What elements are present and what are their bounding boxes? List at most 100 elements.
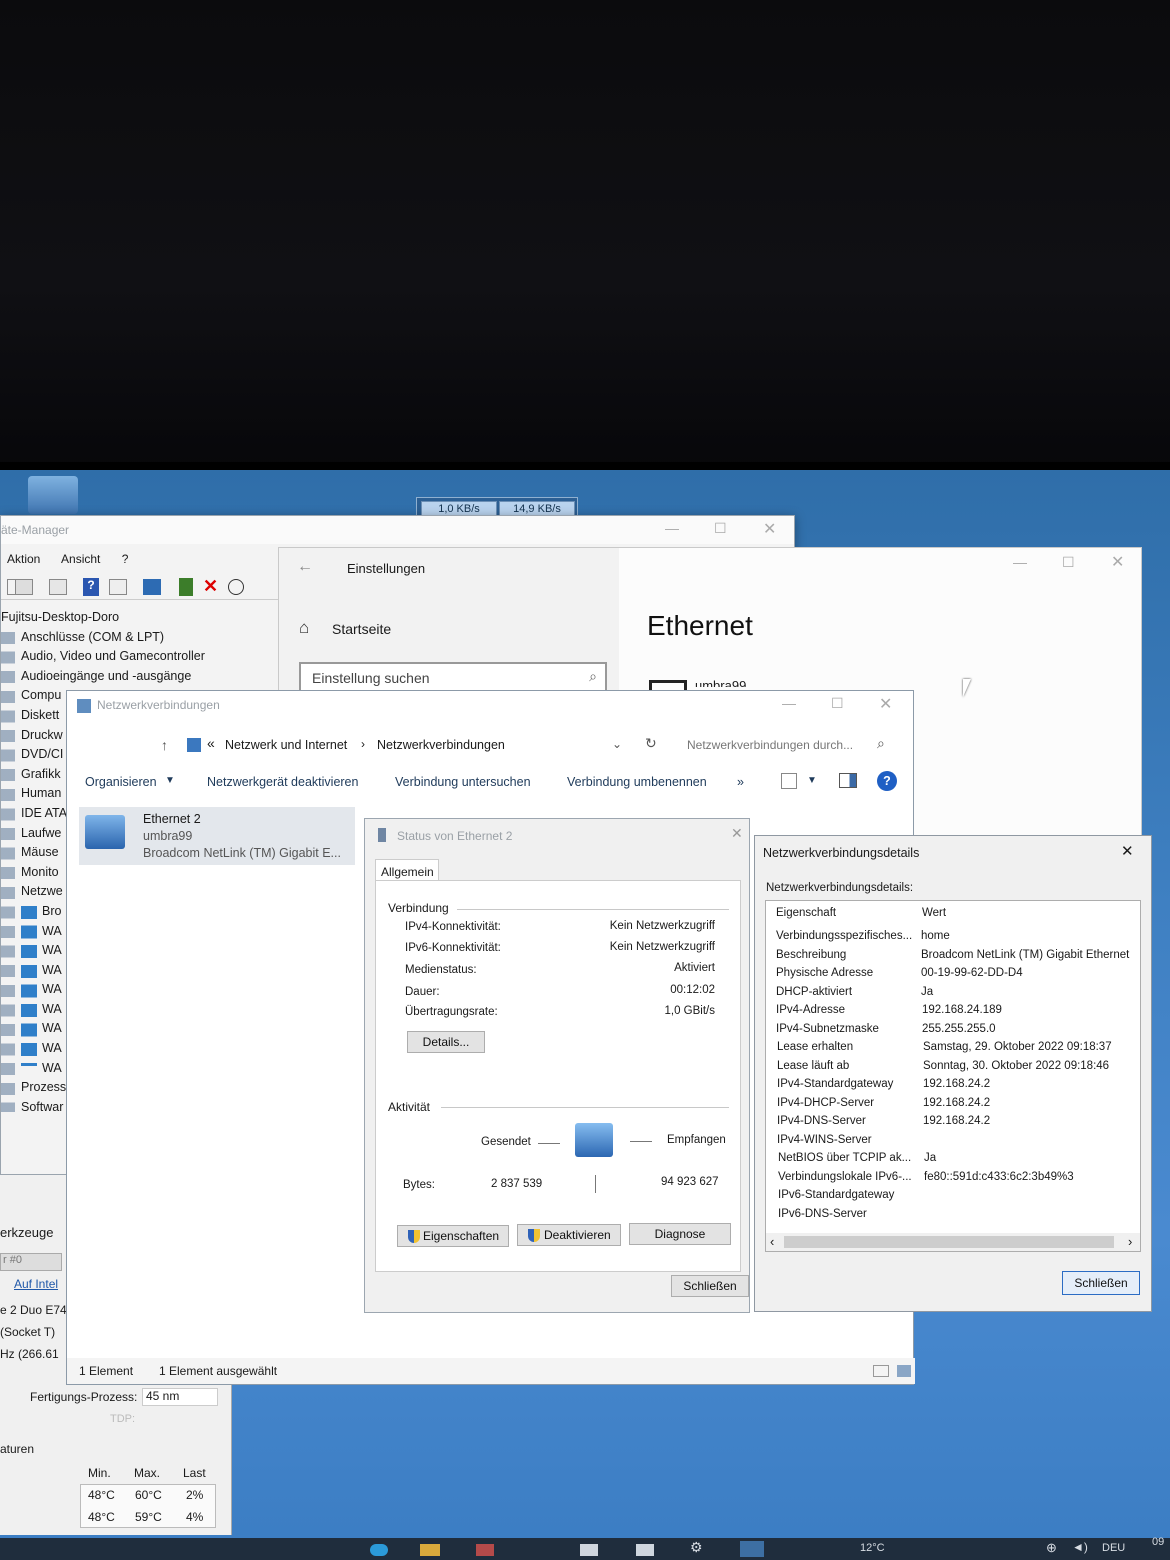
list-item[interactable]: Physische Adresse 00-19-99-62-DD-D4: [766, 967, 1140, 985]
list-item[interactable]: DHCP-aktiviert Ja: [766, 986, 1140, 1004]
menu-ansicht[interactable]: Ansicht: [61, 552, 100, 566]
disable-button[interactable]: Deaktivieren: [517, 1224, 621, 1246]
taskbar-active-app-icon[interactable]: [740, 1541, 764, 1557]
network-name[interactable]: umbra99: [695, 678, 746, 687]
breadcrumb-network-connections[interactable]: Netzwerkverbindungen: [377, 738, 505, 752]
diagnose-connection-button[interactable]: Verbindung untersuchen: [395, 775, 531, 789]
tree-root[interactable]: Fujitsu-Desktop-Doro: [1, 608, 281, 628]
view-icon[interactable]: [109, 579, 127, 595]
organize-button[interactable]: Organisieren: [85, 775, 157, 789]
taskbar-gear-icon[interactable]: ⚙: [690, 1539, 703, 1556]
close-button[interactable]: ✕: [1111, 552, 1124, 572]
organize-chevron-icon[interactable]: ▼: [165, 775, 175, 786]
help-icon[interactable]: ?: [83, 578, 99, 596]
view-options-icon[interactable]: [781, 773, 797, 789]
adapter-ethernet-2[interactable]: Ethernet 2 umbra99 Broadcom NetLink (TM)…: [79, 807, 355, 865]
list-item[interactable]: IPv4-Adresse 192.168.24.189: [766, 1004, 1140, 1022]
list-item[interactable]: IPv6-Standardgateway: [766, 1189, 1140, 1207]
list-item[interactable]: IPv4-DHCP-Server 192.168.24.2: [766, 1097, 1140, 1115]
history-dropdown-icon[interactable]: ⌄: [612, 737, 622, 751]
header-value[interactable]: Wert: [922, 907, 946, 919]
tree-item[interactable]: Audio, Video und Gamecontroller: [1, 647, 281, 667]
disable-device-button[interactable]: Netzwerkgerät deaktivieren: [207, 775, 358, 789]
list-item[interactable]: IPv4-Subnetzmaske 255.255.255.0: [766, 1023, 1140, 1041]
update-driver-icon[interactable]: [179, 578, 193, 596]
taskbar-app-icon[interactable]: [476, 1544, 494, 1556]
up-arrow-icon[interactable]: ↑: [161, 737, 168, 753]
download-icon[interactable]: [228, 579, 244, 595]
home-icon[interactable]: ⌂: [299, 618, 309, 638]
search-icon[interactable]: ⌕: [877, 735, 885, 752]
maximize-button[interactable]: ☐: [714, 520, 727, 537]
tree-item[interactable]: Anschlüsse (COM & LPT): [1, 628, 281, 648]
taskbar-app-icon[interactable]: [370, 1544, 388, 1556]
breadcrumb-chevron-icon[interactable]: «: [207, 735, 215, 751]
details-button[interactable]: Details...: [407, 1031, 485, 1053]
processor-select[interactable]: r #0: [0, 1253, 62, 1271]
list-item[interactable]: Beschreibung Broadcom NetLink (TM) Gigabi…: [766, 949, 1140, 967]
back-arrow-icon[interactable]: ←: [297, 558, 313, 576]
list-item[interactable]: Lease erhalten Samstag, 29. Oktober 2022 …: [766, 1041, 1140, 1059]
view-chevron-icon[interactable]: ▼: [807, 775, 817, 786]
close-button[interactable]: ✕: [1121, 842, 1134, 860]
list-item[interactable]: NetBIOS über TCPIP ak... Ja: [766, 1152, 1140, 1170]
monitor-icon[interactable]: [143, 579, 161, 595]
scroll-right-icon[interactable]: ›: [1128, 1234, 1132, 1249]
home-link[interactable]: Startseite: [332, 621, 391, 637]
list-item[interactable]: IPv4-Standardgateway 192.168.24.2: [766, 1078, 1140, 1096]
network-tray-icon[interactable]: ⊕: [1046, 1540, 1057, 1556]
properties-button[interactable]: Eigenschaften: [397, 1225, 509, 1247]
intel-link[interactable]: Auf Intel: [14, 1277, 58, 1291]
temp-cell: 59°C: [135, 1510, 162, 1524]
list-item[interactable]: IPv6-DNS-Server: [766, 1208, 1140, 1226]
list-item[interactable]: Verbindungslokale IPv6-... fe80::591d:c43…: [766, 1171, 1140, 1189]
breadcrumb-network-internet[interactable]: Netzwerk und Internet: [225, 738, 347, 752]
list-item[interactable]: IPv4-DNS-Server 192.168.24.2: [766, 1115, 1140, 1133]
close-button[interactable]: ✕: [731, 825, 743, 842]
list-item[interactable]: Verbindungsspezifisches... home: [766, 930, 1140, 948]
help-icon[interactable]: ?: [877, 771, 897, 791]
details-view-icon[interactable]: [873, 1365, 889, 1377]
minimize-button[interactable]: —: [1013, 554, 1027, 570]
rename-connection-button[interactable]: Verbindung umbenennen: [567, 775, 707, 789]
close-button[interactable]: ✕: [763, 519, 776, 539]
details-list[interactable]: Eigenschaft Wert Verbindungsspezifisches…: [765, 900, 1141, 1252]
search-icon[interactable]: ⌕: [589, 668, 597, 685]
list-icon[interactable]: [49, 579, 67, 595]
minimize-button[interactable]: —: [665, 520, 679, 536]
search-input[interactable]: Netzwerkverbindungen durch...: [687, 738, 853, 752]
more-commands-icon[interactable]: »: [737, 775, 744, 789]
header-property[interactable]: Eigenschaft: [776, 907, 836, 919]
close-dialog-button[interactable]: Schließen: [1062, 1271, 1140, 1295]
maximize-button[interactable]: ☐: [1062, 554, 1075, 571]
properties-icon[interactable]: [15, 579, 33, 595]
minimize-button[interactable]: —: [782, 695, 796, 711]
scroll-left-icon[interactable]: ‹: [770, 1234, 774, 1249]
menu-help[interactable]: ?: [122, 552, 129, 566]
horizontal-scrollbar[interactable]: ‹ ›: [766, 1233, 1140, 1251]
property: NetBIOS über TCPIP ak...: [778, 1152, 912, 1164]
refresh-icon[interactable]: ↻: [645, 735, 657, 752]
tree-item[interactable]: Audioeingänge und -ausgänge: [1, 667, 281, 687]
maximize-button[interactable]: ☐: [831, 695, 844, 712]
uninstall-icon[interactable]: ✕: [203, 576, 218, 597]
close-dialog-button[interactable]: Schließen: [671, 1275, 749, 1297]
taskbar-app-icon[interactable]: [580, 1544, 598, 1556]
taskbar-folder-icon[interactable]: [420, 1544, 440, 1556]
preview-pane-icon[interactable]: [839, 773, 857, 788]
list-item[interactable]: Lease läuft ab Sonntag, 30. Oktober 2022 …: [766, 1060, 1140, 1078]
volume-icon[interactable]: ◄): [1072, 1540, 1088, 1554]
close-button[interactable]: ✕: [879, 694, 892, 714]
diagnose-button[interactable]: Diagnose: [629, 1223, 731, 1245]
desktop-app-icon[interactable]: [28, 476, 78, 514]
scroll-thumb[interactable]: [784, 1236, 1114, 1248]
list-item[interactable]: IPv4-WINS-Server: [766, 1134, 1140, 1152]
temp-cell: 4%: [186, 1510, 204, 1524]
language-indicator[interactable]: DEU: [1102, 1542, 1125, 1554]
clock[interactable]: 09: [1152, 1536, 1164, 1548]
menu-aktion[interactable]: Aktion: [7, 552, 40, 566]
tab-general[interactable]: Allgemein: [375, 859, 439, 881]
tiles-view-icon[interactable]: [897, 1365, 911, 1377]
taskbar-app-icon[interactable]: [636, 1544, 654, 1556]
weather-temperature[interactable]: 12°C: [860, 1542, 885, 1554]
